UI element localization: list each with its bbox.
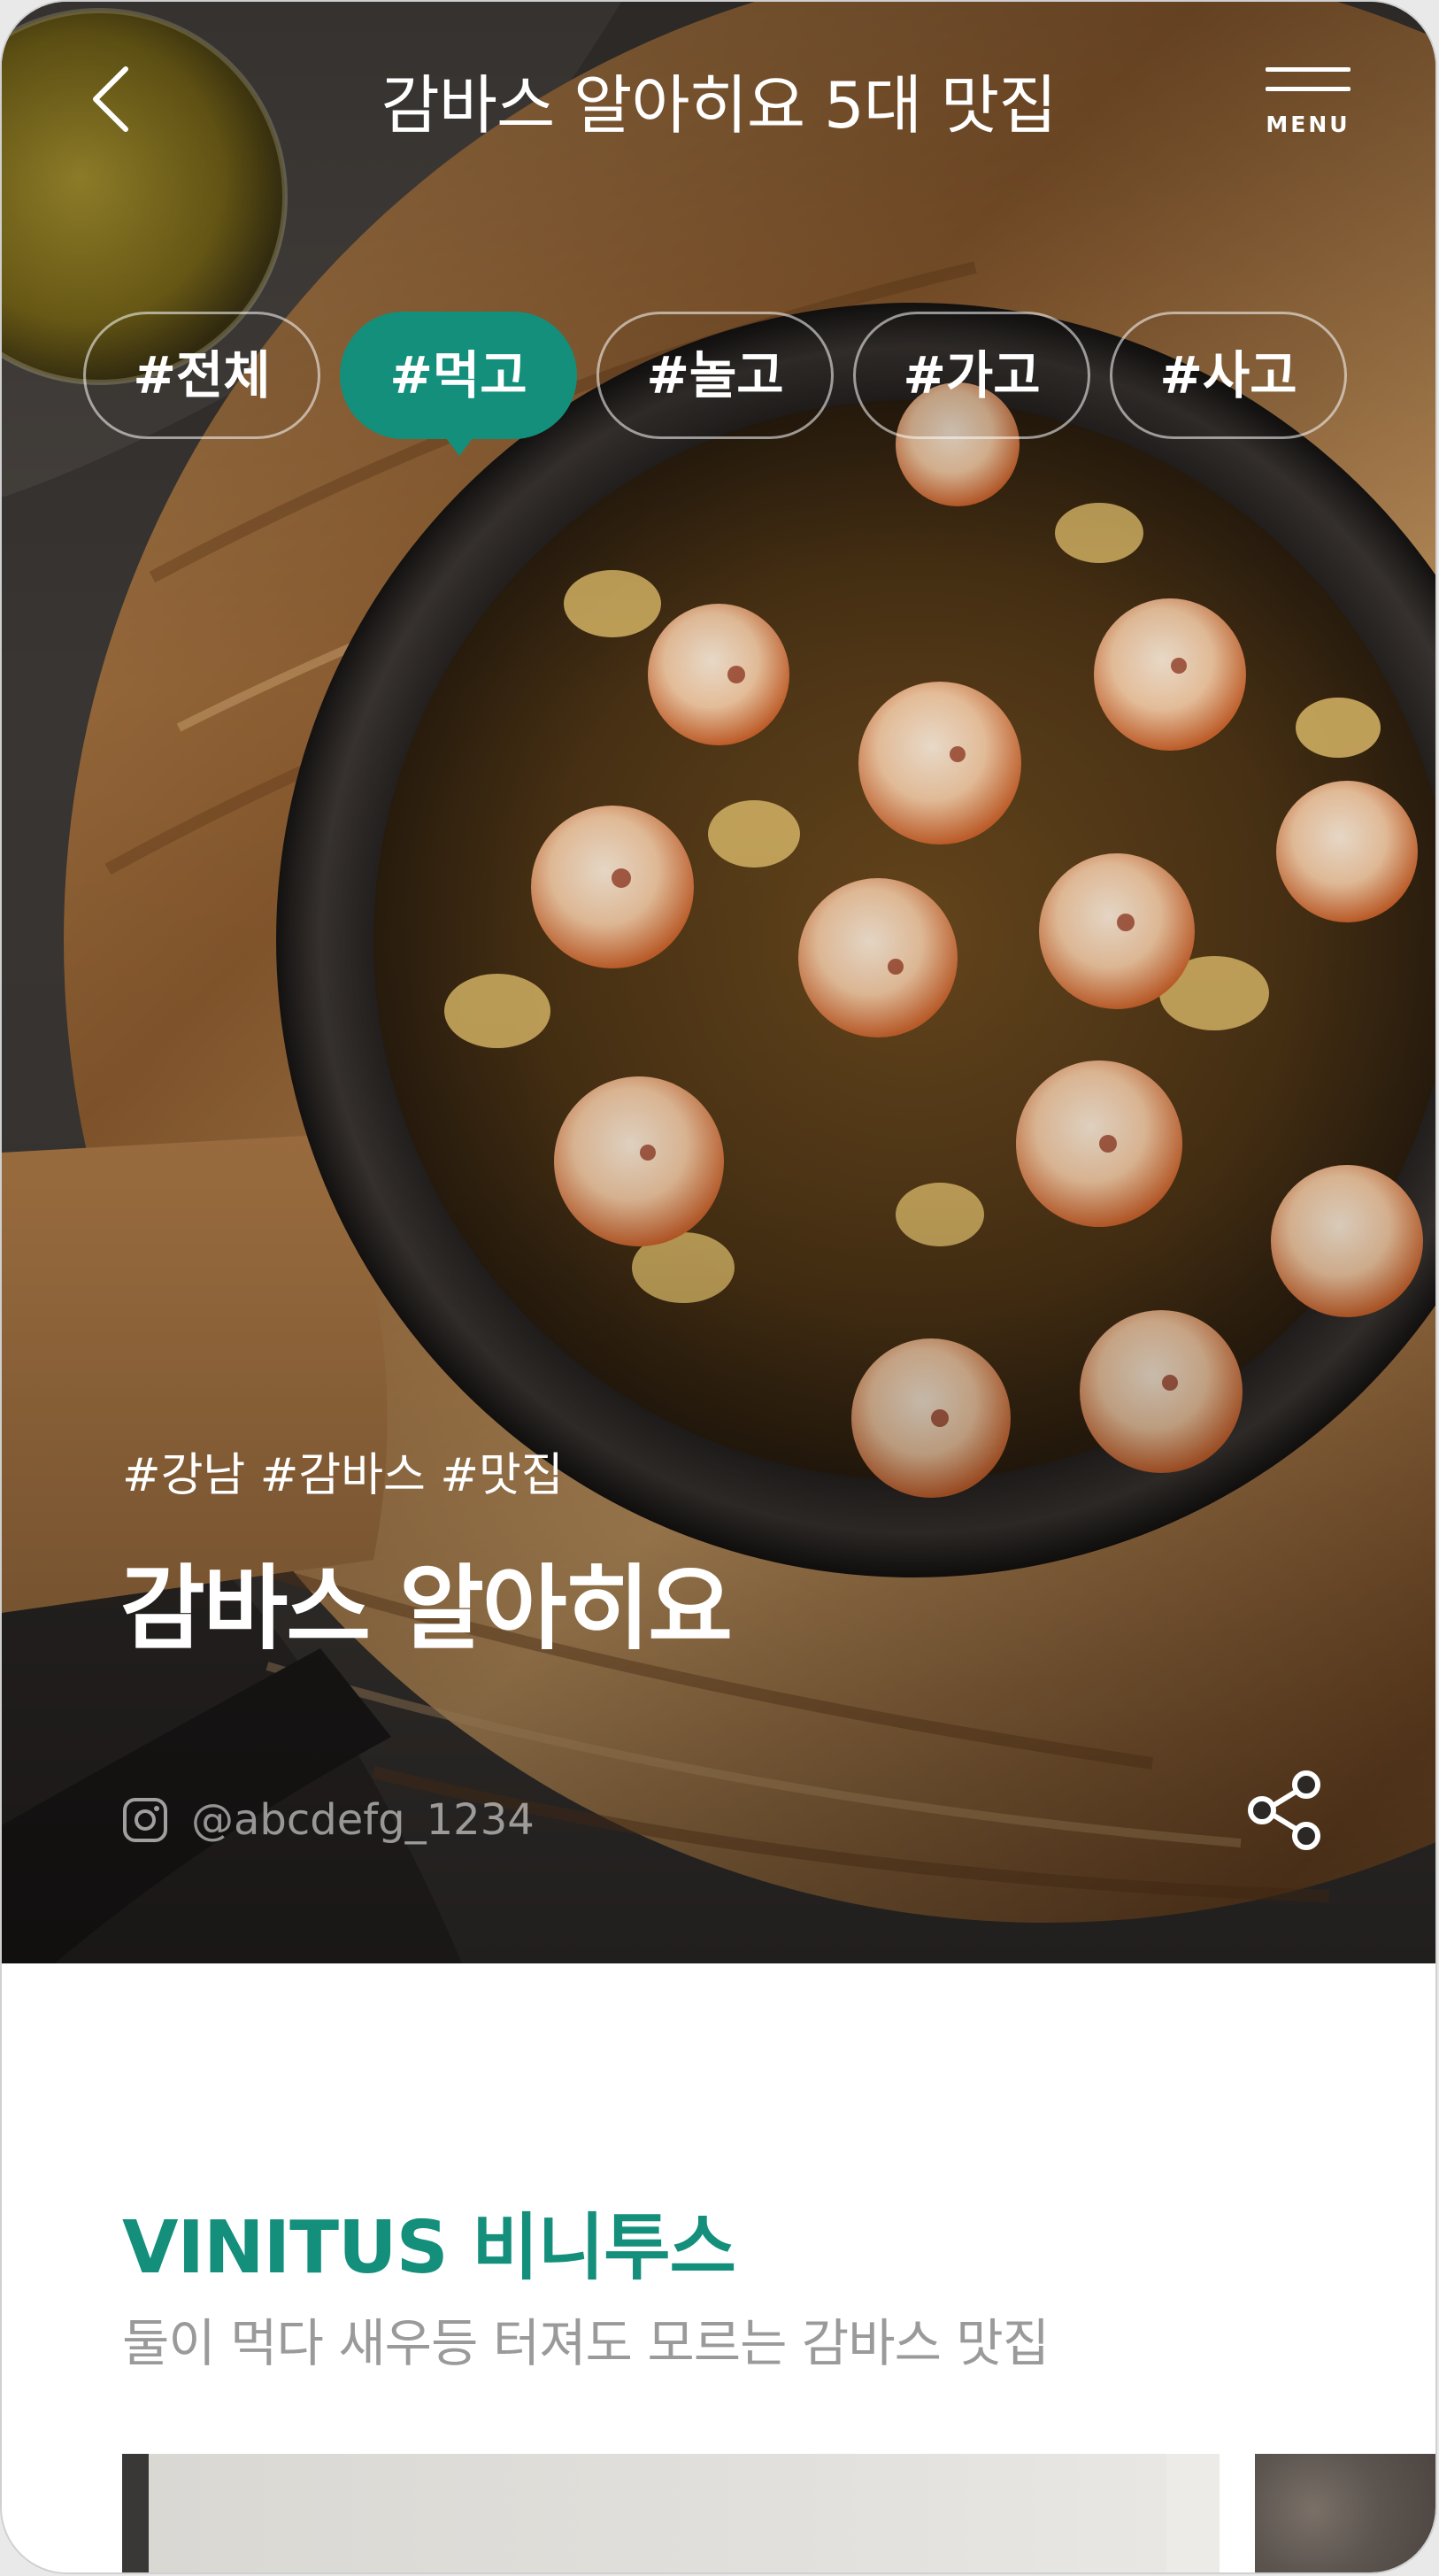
restaurant-photo-1[interactable]: [122, 2454, 1220, 2572]
instagram-icon: [123, 1798, 167, 1842]
top-bar: 감바스 알아히요 5대 맛집 MENU: [2, 2, 1435, 197]
restaurant-photo-2[interactable]: [1255, 2454, 1435, 2572]
hero-overlay: [2, 2, 1435, 1963]
hamburger-icon-bar: [1266, 87, 1351, 91]
photo-edge: [1166, 2454, 1220, 2572]
tab-play[interactable]: #놀고: [596, 312, 834, 439]
content-section: VINITUS 비니투스 둘이 먹다 새우등 터져도 모르는 감바스 맛집: [2, 1963, 1435, 2572]
share-button[interactable]: [1244, 1769, 1326, 1852]
menu-label: MENU: [1266, 112, 1351, 137]
menu-button[interactable]: MENU: [1266, 67, 1351, 138]
restaurant-title: VINITUS 비니투스: [122, 2206, 736, 2290]
restaurant-subtitle: 둘이 먹다 새우등 터져도 모르는 감바스 맛집: [122, 2313, 1050, 2373]
share-icon: [1248, 1770, 1320, 1850]
hero-section: 감바스 알아히요 5대 맛집 MENU #전체 #먹고 #놀고 #가고 #사고 …: [2, 2, 1435, 1963]
store-name: 감바스 알아히요: [120, 1554, 733, 1662]
phone-frame: 감바스 알아히요 5대 맛집 MENU #전체 #먹고 #놀고 #가고 #사고 …: [2, 2, 1435, 2572]
store-hashtags: #강남 #감바스 #맛집: [122, 1449, 564, 1502]
page-title: 감바스 알아히요 5대 맛집: [381, 68, 1058, 143]
category-tabs: #전체 #먹고 #놀고 #가고 #사고: [83, 312, 1366, 456]
tab-all[interactable]: #전체: [83, 312, 320, 439]
instagram-handle: @abcdefg_1234: [191, 1795, 535, 1845]
tab-go[interactable]: #가고: [853, 312, 1090, 439]
tab-eat[interactable]: #먹고: [340, 312, 577, 456]
hamburger-icon: [1266, 67, 1351, 72]
instagram-link[interactable]: @abcdefg_1234: [122, 1793, 535, 1847]
tab-buy[interactable]: #사고: [1110, 312, 1347, 439]
